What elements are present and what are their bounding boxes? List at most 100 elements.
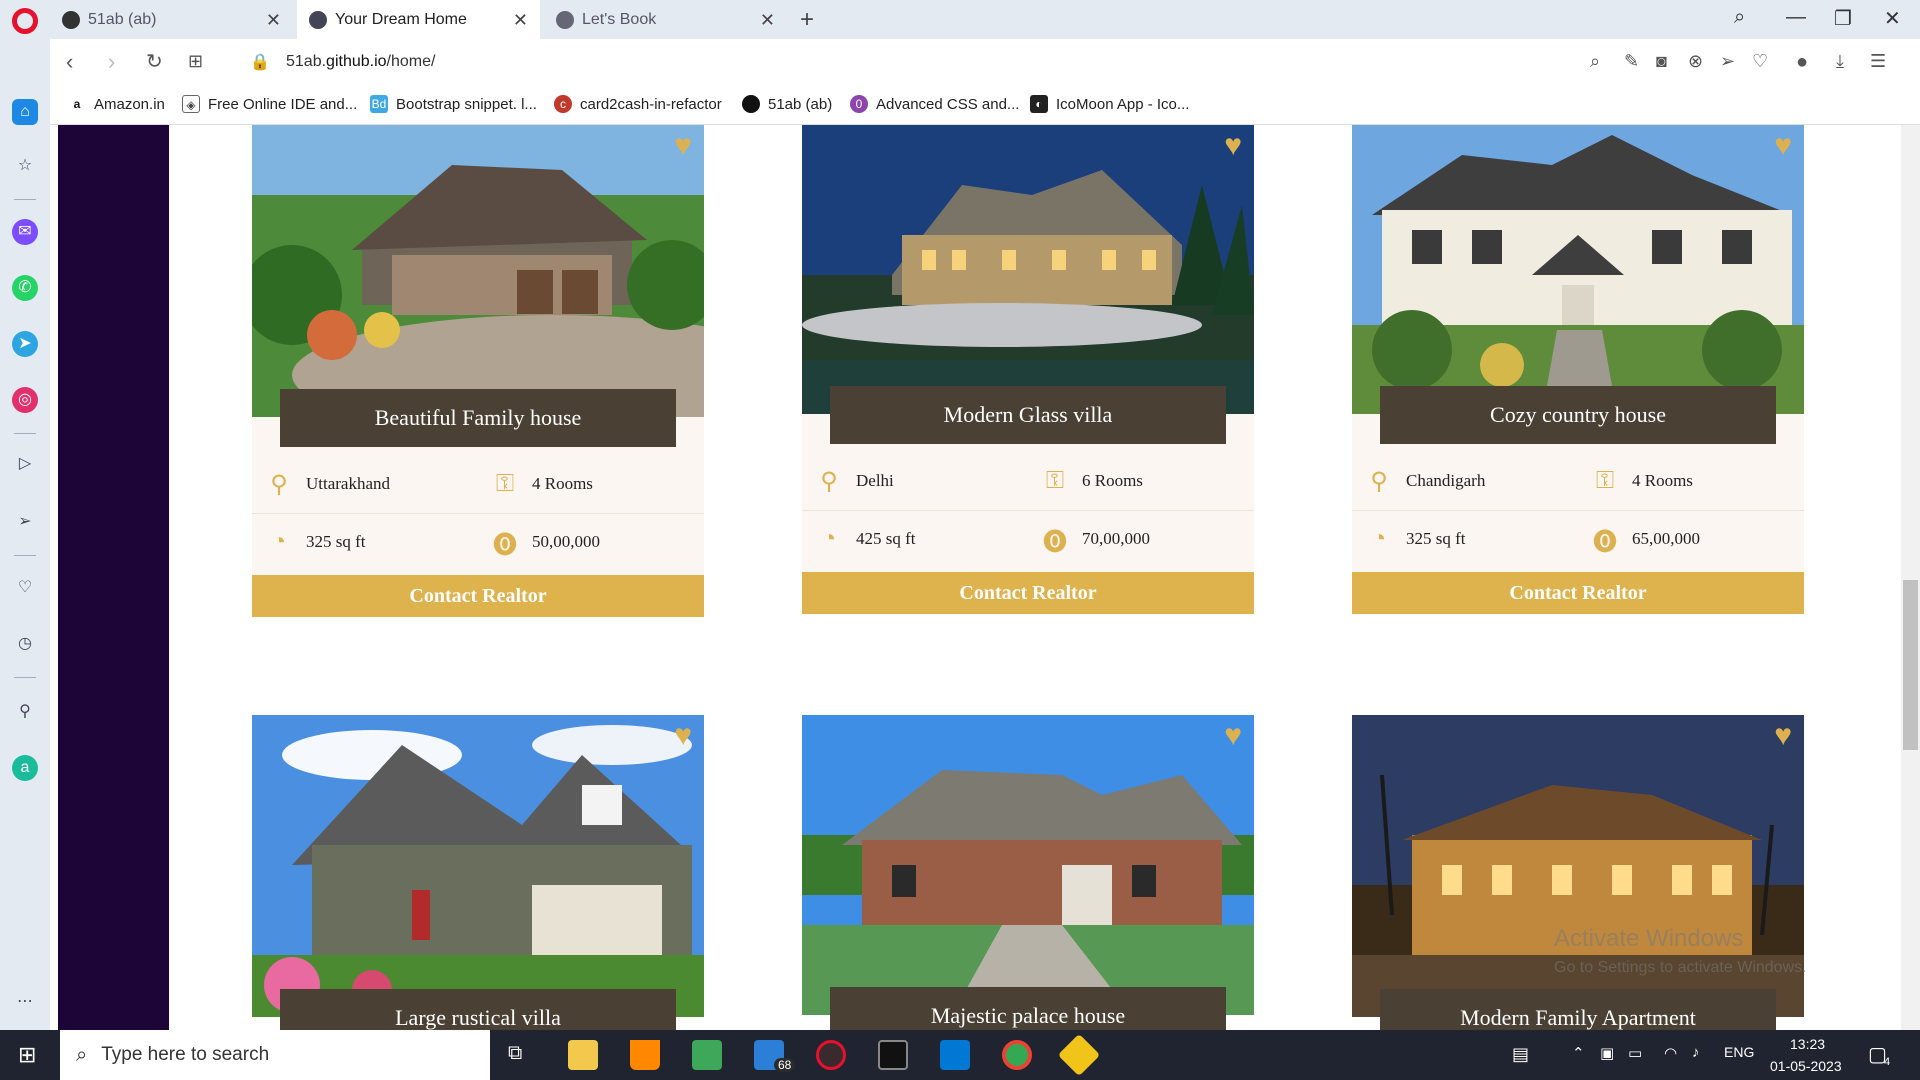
- contact-realtor-button[interactable]: Contact Realtor: [802, 572, 1254, 614]
- minimize-icon[interactable]: —: [1786, 6, 1806, 29]
- house-photo: ♥: [252, 715, 704, 1017]
- favorite-heart-icon[interactable]: ♥: [1224, 131, 1242, 161]
- camera-icon[interactable]: ◙: [1656, 51, 1667, 72]
- opera-logo-icon[interactable]: [12, 8, 38, 34]
- bookmark-free-ide[interactable]: ◈ Free Online IDE and...: [182, 95, 357, 113]
- whatsapp-icon[interactable]: ✆: [12, 275, 38, 301]
- volume-icon[interactable]: ♪: [1692, 1044, 1700, 1061]
- vscode-icon[interactable]: [940, 1040, 970, 1070]
- history-clock-icon[interactable]: ◷: [12, 631, 38, 657]
- instagram-icon[interactable]: ◎: [12, 387, 38, 413]
- task-view-icon[interactable]: ⧉: [508, 1042, 522, 1065]
- scrollbar-thumb[interactable]: [1903, 580, 1918, 750]
- tab-your-dream-home[interactable]: Your Dream Home ✕: [297, 0, 540, 39]
- key-icon: ⚿: [495, 470, 515, 497]
- bookmark-card2cash[interactable]: c card2cash-in-refactor: [554, 95, 722, 113]
- restore-icon[interactable]: ❐: [1834, 6, 1852, 31]
- messenger-icon[interactable]: ✉: [12, 219, 38, 245]
- aria-icon[interactable]: a: [12, 755, 38, 781]
- listing-title: Large rustical villa: [280, 989, 676, 1030]
- profile-icon[interactable]: ●: [1796, 51, 1808, 74]
- meet-now-icon[interactable]: ▣: [1600, 1044, 1614, 1062]
- language-indicator[interactable]: ENG: [1724, 1044, 1754, 1060]
- heart-icon[interactable]: ♡: [12, 575, 38, 601]
- taskbar-search[interactable]: ⌕ Type here to search: [60, 1030, 490, 1080]
- icomoon-icon: ◐: [1030, 95, 1048, 113]
- url-field[interactable]: 51ab.github.io/home/: [286, 53, 435, 71]
- activate-windows-title: Activate Windows: [1554, 925, 1744, 952]
- close-window-icon[interactable]: ✕: [1884, 6, 1901, 31]
- lightbulb-icon[interactable]: ⚲: [12, 699, 38, 725]
- star-icon[interactable]: ☆: [12, 153, 38, 179]
- location-text: Delhi: [856, 471, 894, 490]
- player-icon[interactable]: ▷: [12, 451, 38, 477]
- close-icon[interactable]: ✕: [760, 10, 775, 31]
- area-text: 325 sq ft: [1406, 529, 1466, 548]
- clock-date[interactable]: 01-05-2023: [1770, 1058, 1842, 1074]
- close-icon[interactable]: ✕: [513, 10, 528, 31]
- battery-icon[interactable]: ▭: [1628, 1044, 1642, 1062]
- bookmark-icomoon[interactable]: ◐ IcoMoon App - Ico...: [1030, 95, 1189, 113]
- listing-title: Cozy country house: [1380, 386, 1776, 444]
- lens-search-icon[interactable]: ⌕: [1590, 51, 1600, 72]
- location-pin-icon: ⚲: [1370, 468, 1388, 495]
- favorite-heart-icon[interactable]: ♥: [1774, 721, 1792, 751]
- tab-bar: 51ab (ab) ✕ Your Dream Home ✕ Let's Book…: [0, 0, 1920, 39]
- bootstrap-icon: Bd: [370, 95, 388, 113]
- bookmark-label: Bootstrap snippet. l...: [396, 95, 537, 113]
- favorite-heart-icon[interactable]: ♥: [1774, 131, 1792, 161]
- close-icon[interactable]: ✕: [266, 10, 281, 31]
- activate-windows-subtitle: Go to Settings to activate Windows.: [1554, 959, 1807, 976]
- vlc-icon[interactable]: [630, 1040, 660, 1070]
- price-cell: ⓿ 65,00,000: [1592, 510, 1700, 568]
- download-icon[interactable]: ⤓: [1836, 51, 1844, 72]
- favorite-heart-icon[interactable]: ♥: [674, 131, 692, 161]
- search-tabs-icon[interactable]: ⌕: [1734, 6, 1745, 29]
- favorite-heart-icon[interactable]: ♥: [674, 721, 692, 751]
- windows-taskbar: ⊞ ⌕ Type here to search ⧉ 68 ▤ ⌃ ▣ ▭ ◠ ♪…: [0, 1030, 1920, 1080]
- location-cell: ⚲ Chandigarh: [1366, 452, 1485, 510]
- favorite-heart-icon[interactable]: ♥: [1224, 721, 1242, 751]
- bookmark-label: Free Online IDE and...: [208, 95, 358, 113]
- contact-realtor-button[interactable]: Contact Realtor: [1352, 572, 1804, 614]
- new-tab-plus-icon[interactable]: +: [800, 6, 814, 34]
- back-icon[interactable]: ‹: [66, 49, 73, 75]
- heart-bookmark-icon[interactable]: ♡: [1752, 51, 1768, 72]
- github-icon: [742, 95, 760, 113]
- git-client-icon[interactable]: [1057, 1033, 1101, 1077]
- contact-realtor-button[interactable]: Contact Realtor: [252, 575, 704, 617]
- easy-setup-icon[interactable]: ☰: [1870, 51, 1886, 72]
- bookmark-amazon[interactable]: a Amazon.in: [68, 95, 165, 113]
- opera-taskbar-icon[interactable]: [816, 1040, 846, 1070]
- bookmark-label: IcoMoon App - Ico...: [1056, 95, 1190, 113]
- notifications-count: 4: [1884, 1056, 1891, 1068]
- edit-icon[interactable]: ✎: [1624, 51, 1639, 72]
- news-widget-icon[interactable]: ▤: [1512, 1044, 1529, 1065]
- wifi-icon[interactable]: ◠: [1664, 1044, 1677, 1062]
- chrome-icon[interactable]: [1002, 1040, 1032, 1070]
- sidebar-divider: [14, 433, 36, 434]
- image-viewer-icon[interactable]: [692, 1040, 722, 1070]
- terminal-icon[interactable]: [878, 1040, 908, 1070]
- bookmark-51ab[interactable]: 51ab (ab): [742, 95, 832, 113]
- windows-start-icon[interactable]: ⊞: [18, 1042, 36, 1068]
- bookmark-advanced-css[interactable]: 0 Advanced CSS and...: [850, 95, 1019, 113]
- page-scrollbar[interactable]: [1901, 125, 1920, 1030]
- flow-send-icon[interactable]: ➢: [12, 509, 38, 535]
- price-cell: ⓿ 70,00,000: [1042, 510, 1150, 568]
- tray-chevron-icon[interactable]: ⌃: [1572, 1044, 1585, 1062]
- telegram-icon[interactable]: ➤: [12, 331, 38, 357]
- details-row: ◔ 325 sq ft ⓿ 65,00,000: [1352, 510, 1804, 568]
- tab-grid-icon[interactable]: ⊞: [188, 51, 203, 72]
- reload-icon[interactable]: ↻: [146, 49, 163, 74]
- send-icon[interactable]: ➢: [1720, 51, 1735, 72]
- forward-icon[interactable]: ›: [108, 49, 115, 75]
- more-dots-icon[interactable]: ⋯: [12, 989, 38, 1015]
- file-explorer-icon[interactable]: [568, 1040, 598, 1070]
- tab-51ab[interactable]: 51ab (ab) ✕: [50, 0, 293, 39]
- tab-lets-book[interactable]: Let's Book ✕: [544, 0, 787, 39]
- ad-block-icon[interactable]: ⊗: [1688, 51, 1703, 72]
- clock-time[interactable]: 13:23: [1790, 1036, 1825, 1052]
- home-icon[interactable]: ⌂: [12, 99, 38, 125]
- bookmark-bootstrap[interactable]: Bd Bootstrap snippet. l...: [370, 95, 537, 113]
